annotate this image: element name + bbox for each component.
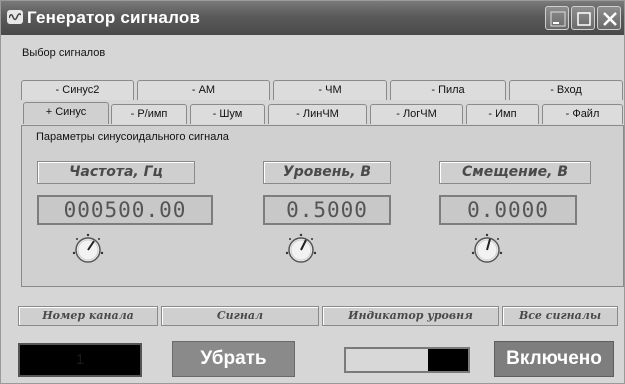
channel-number-display[interactable]: 1 <box>18 343 142 377</box>
tab-file[interactable]: - Файл <box>542 104 623 124</box>
frequency-field[interactable]: 000500.00 <box>37 195 213 225</box>
close-button[interactable] <box>597 6 621 30</box>
remove-button[interactable]: Убрать <box>172 341 295 377</box>
minimize-icon <box>550 11 566 27</box>
tab-sawtooth[interactable]: - Пила <box>390 80 506 100</box>
offset-knob-icon[interactable] <box>470 233 504 267</box>
tab-sinus2[interactable]: - Синус2 <box>21 80 134 100</box>
title-bar[interactable]: Генератор сигналов <box>1 1 624 35</box>
frequency-label: Частота, Гц <box>37 161 195 184</box>
app-icon[interactable] <box>7 10 23 24</box>
level-field[interactable]: 0.5000 <box>263 195 391 225</box>
signal-select-label: Выбор сигналов <box>22 47 106 59</box>
close-icon <box>603 12 617 26</box>
enabled-button[interactable]: Включено <box>494 341 614 377</box>
tab-am[interactable]: - АМ <box>137 80 270 100</box>
signal-label: Сигнал <box>161 306 319 326</box>
tab-pulse[interactable]: - Р/имп <box>111 104 187 124</box>
tab-impulse[interactable]: - Имп <box>466 104 539 124</box>
level-knob-icon[interactable] <box>284 233 318 267</box>
frequency-knob-icon[interactable] <box>71 233 105 267</box>
level-indicator-fill <box>427 349 468 371</box>
tab-sinus[interactable]: + Синус <box>23 102 109 124</box>
offset-label: Смещение, В <box>439 161 591 184</box>
tab-fm[interactable]: - ЧМ <box>273 80 387 100</box>
tab-input[interactable]: - Вход <box>509 80 623 100</box>
offset-field[interactable]: 0.0000 <box>439 195 577 225</box>
minimize-button[interactable] <box>545 6 569 30</box>
level-label: Уровень, В <box>263 161 391 184</box>
channel-number-label: Номер канала <box>18 306 158 326</box>
tab-lin-fm[interactable]: - ЛинЧМ <box>268 104 367 124</box>
window-title: Генератор сигналов <box>27 8 201 27</box>
all-signals-label: Все сигналы <box>502 306 618 326</box>
tab-noise[interactable]: - Шум <box>190 104 265 124</box>
maximize-button[interactable] <box>571 6 595 30</box>
panel-caption: Параметры синусоидального сигнала <box>36 131 229 143</box>
level-indicator <box>344 347 470 373</box>
tab-log-fm[interactable]: - ЛогЧМ <box>370 104 463 124</box>
maximize-icon <box>577 12 591 26</box>
signal-generator-window: Генератор сигналов Выбор сигналов - Сину… <box>0 0 625 384</box>
level-indicator-label: Индикатор уровня <box>322 306 499 326</box>
